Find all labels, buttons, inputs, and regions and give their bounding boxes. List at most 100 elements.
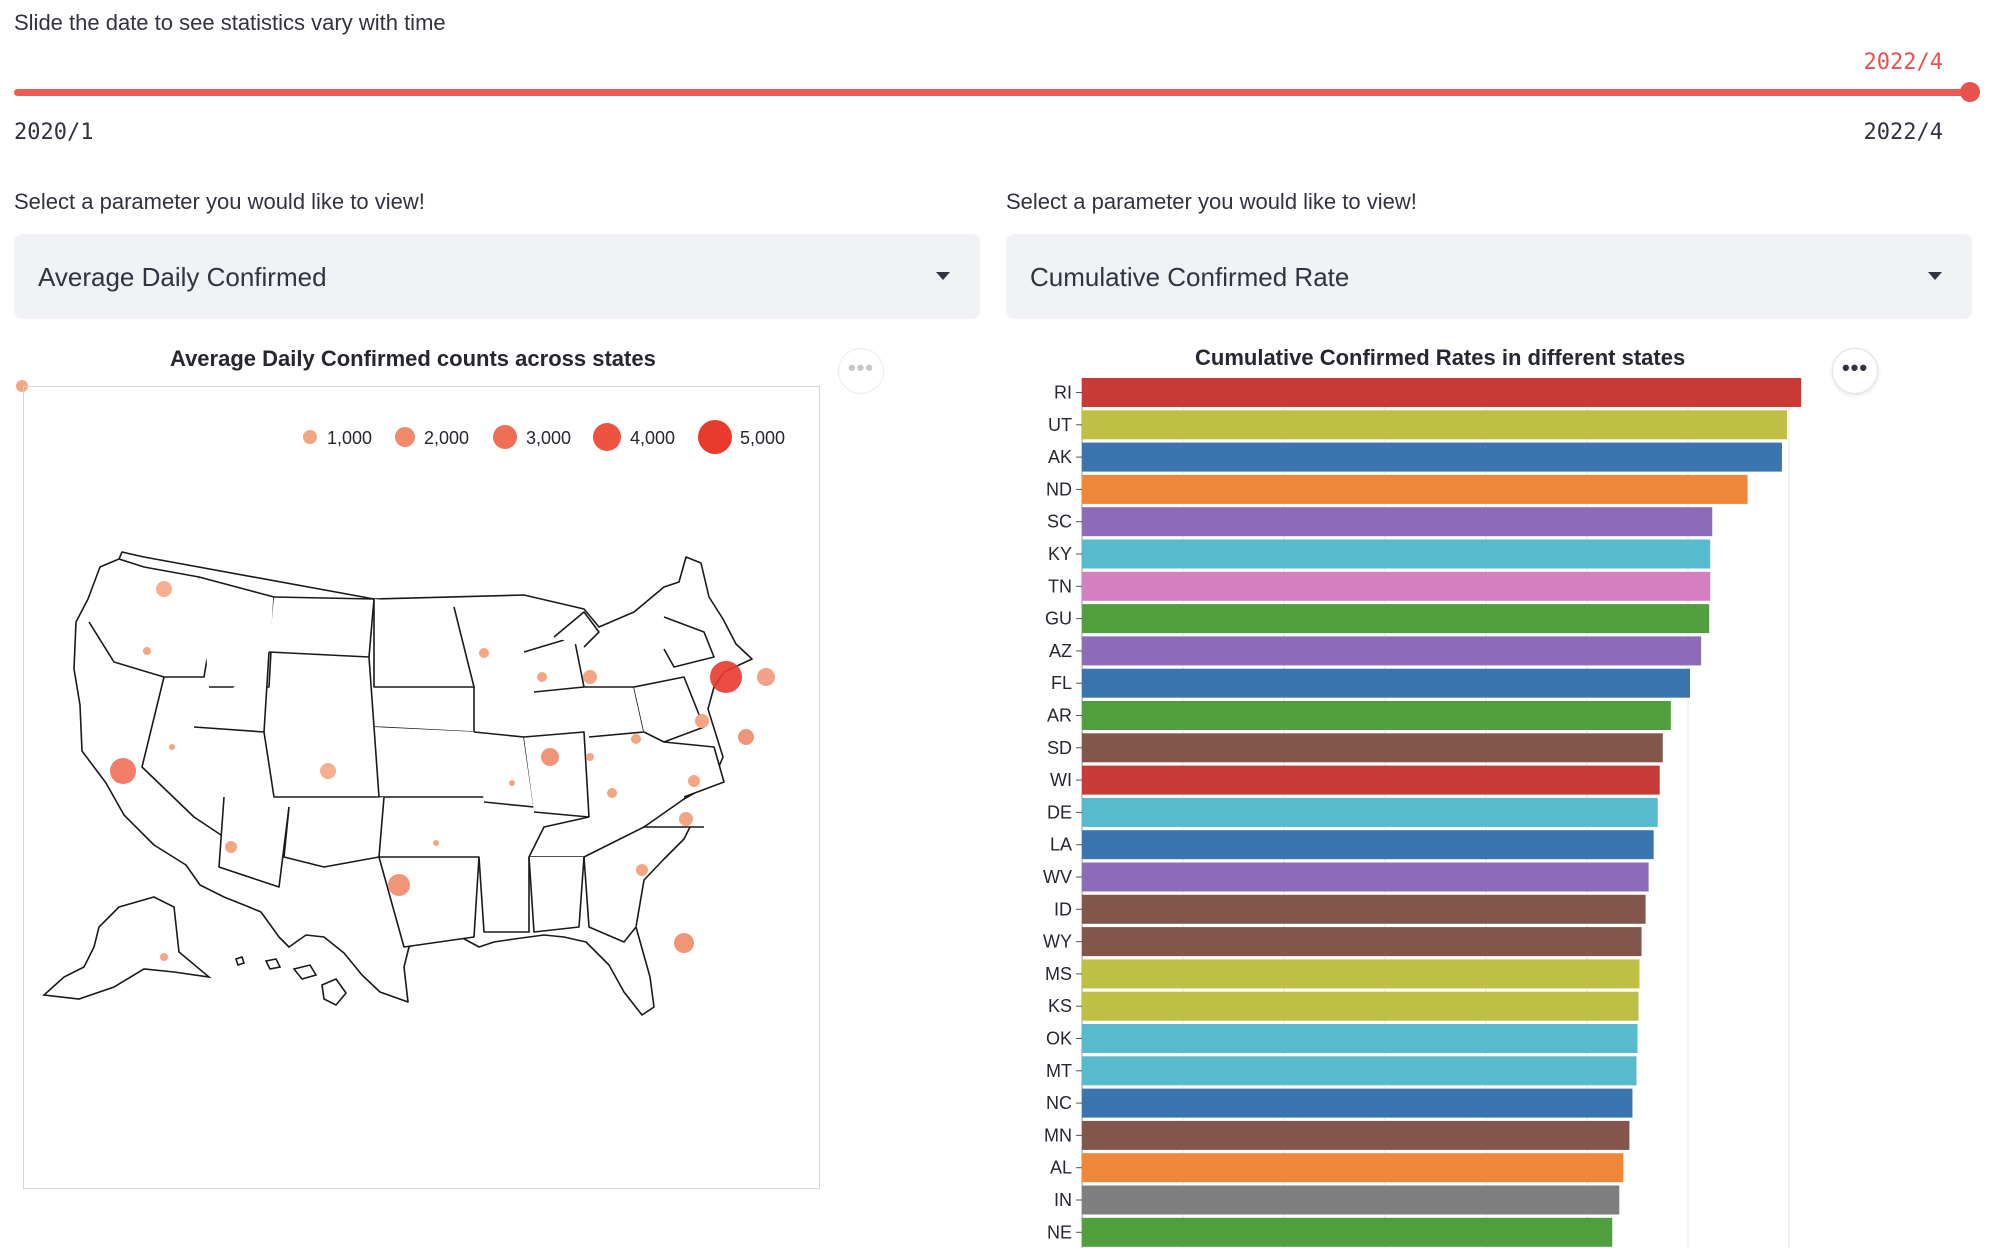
y-tick-label-sd: SD bbox=[1047, 738, 1072, 758]
legend-marker-1 bbox=[303, 430, 317, 444]
bubble-nc bbox=[679, 812, 693, 826]
y-tick-label-id: ID bbox=[1054, 899, 1072, 919]
map-chart-menu-button[interactable]: ••• bbox=[838, 348, 884, 394]
bar-gu[interactable] bbox=[1082, 604, 1710, 634]
bar-wv[interactable] bbox=[1082, 862, 1649, 892]
bubble-tx bbox=[388, 874, 410, 896]
map-chart-title: Average Daily Confirmed counts across st… bbox=[170, 346, 656, 371]
bar-mt[interactable] bbox=[1082, 1056, 1637, 1086]
bar-ok[interactable] bbox=[1082, 1024, 1638, 1053]
y-tick-label-ne: NE bbox=[1047, 1222, 1072, 1242]
bar-al[interactable] bbox=[1082, 1153, 1624, 1183]
bar-id[interactable] bbox=[1082, 894, 1646, 924]
right-parameter-label: Select a parameter you would like to vie… bbox=[1006, 189, 1417, 214]
bubble-nj bbox=[738, 729, 754, 745]
date-slider-track[interactable] bbox=[14, 89, 1974, 96]
bar-mn[interactable] bbox=[1082, 1120, 1630, 1150]
bar-de[interactable] bbox=[1082, 797, 1658, 827]
bubble-wa bbox=[156, 581, 172, 597]
date-slider-caption: Slide the date to see statistics vary wi… bbox=[14, 10, 446, 35]
bubble-co bbox=[320, 763, 336, 779]
y-tick-label-in: IN bbox=[1054, 1190, 1072, 1210]
bar-chart-bars: RI UT AK ND SC KY TN GU AZ FL AR SD WI DE LA WV ID WY MS KS… bbox=[1043, 378, 1802, 1247]
legend-label-1: 1,000 bbox=[327, 428, 372, 448]
legend-label-2: 2,000 bbox=[424, 428, 469, 448]
left-parameter-select[interactable]: Average Daily Confirmed bbox=[14, 234, 980, 319]
bar-la[interactable] bbox=[1082, 830, 1654, 860]
bar-sc[interactable] bbox=[1082, 507, 1713, 537]
bar-tn[interactable] bbox=[1082, 571, 1711, 601]
bar-wy[interactable] bbox=[1082, 927, 1642, 957]
right-parameter-select[interactable]: Cumulative Confirmed Rate bbox=[1006, 234, 1972, 319]
left-parameter-label: Select a parameter you would like to vie… bbox=[14, 189, 425, 214]
bubble-ak bbox=[160, 953, 168, 961]
us-bubble-map: 1,000 2,000 3,000 4,000 5,000 bbox=[42, 420, 785, 1016]
y-tick-label-ak: AK bbox=[1048, 447, 1072, 467]
y-tick-label-mn: MN bbox=[1044, 1125, 1072, 1145]
map-legend: 1,000 2,000 3,000 4,000 5,000 bbox=[303, 420, 785, 454]
bar-sd[interactable] bbox=[1082, 733, 1663, 763]
bubble-ok bbox=[433, 840, 439, 846]
bubble-oh bbox=[631, 734, 641, 744]
date-slider-min-label: 2020/1 bbox=[14, 120, 94, 145]
bar-wi[interactable] bbox=[1082, 765, 1660, 795]
alaska-shape bbox=[42, 896, 212, 1000]
y-tick-label-az: AZ bbox=[1049, 641, 1072, 661]
bubble-va bbox=[688, 775, 700, 787]
legend-label-3: 3,000 bbox=[526, 428, 571, 448]
date-slider-max-label: 2022/4 bbox=[1863, 120, 1943, 145]
bubble-ky bbox=[607, 788, 617, 798]
y-tick-label-fl: FL bbox=[1051, 673, 1072, 693]
bubble-ny bbox=[710, 661, 742, 693]
confirmed-rate-bar-chart: RI UT AK ND SC KY TN GU AZ FL AR SD WI DE LA WV ID WY MS KS… bbox=[1043, 378, 1802, 1248]
right-parameter-value: Cumulative Confirmed Rate bbox=[1030, 262, 1350, 292]
bar-az[interactable] bbox=[1082, 636, 1702, 666]
y-tick-label-al: AL bbox=[1050, 1158, 1072, 1178]
y-tick-label-ok: OK bbox=[1046, 1029, 1072, 1049]
legend-marker-4 bbox=[593, 423, 621, 451]
y-tick-label-nc: NC bbox=[1046, 1093, 1072, 1113]
y-tick-label-nd: ND bbox=[1046, 479, 1072, 499]
bubble-in bbox=[586, 753, 594, 761]
y-tick-label-ks: KS bbox=[1048, 996, 1072, 1016]
y-tick-label-de: DE bbox=[1047, 802, 1072, 822]
chevron-down-icon bbox=[936, 272, 950, 280]
bubble-wi bbox=[537, 672, 547, 682]
legend-marker-2 bbox=[395, 427, 415, 447]
bubble-ga bbox=[636, 864, 648, 876]
bar-in[interactable] bbox=[1082, 1185, 1620, 1215]
chevron-down-icon bbox=[1928, 272, 1942, 280]
bar-ne[interactable] bbox=[1082, 1217, 1613, 1247]
bar-ri[interactable] bbox=[1082, 378, 1802, 407]
bar-ak[interactable] bbox=[1082, 442, 1782, 472]
date-slider-thumb[interactable] bbox=[1960, 82, 1980, 102]
bubble-az bbox=[225, 841, 237, 853]
y-tick-label-la: LA bbox=[1050, 835, 1072, 855]
y-tick-label-ri: RI bbox=[1054, 383, 1072, 403]
bar-nc[interactable] bbox=[1082, 1088, 1633, 1118]
bar-fl[interactable] bbox=[1082, 668, 1691, 698]
bubble-nv bbox=[169, 744, 175, 750]
more-horizontal-icon: ••• bbox=[847, 355, 875, 380]
bubble-mi bbox=[583, 670, 597, 684]
y-tick-label-tn: TN bbox=[1048, 576, 1072, 596]
y-tick-label-ar: AR bbox=[1047, 706, 1072, 726]
bar-ky[interactable] bbox=[1082, 539, 1711, 569]
hawaii-shape bbox=[234, 955, 348, 1006]
bar-ar[interactable] bbox=[1082, 701, 1671, 730]
bar-ut[interactable] bbox=[1082, 410, 1787, 440]
bar-ks[interactable] bbox=[1082, 991, 1639, 1021]
y-tick-label-wv: WV bbox=[1043, 867, 1072, 887]
map-chart-frame: 1,000 2,000 3,000 4,000 5,000 bbox=[23, 386, 820, 1189]
legend-label-4: 4,000 bbox=[630, 428, 675, 448]
bubble-or bbox=[143, 647, 151, 655]
bar-ms[interactable] bbox=[1082, 959, 1640, 989]
bar-nd[interactable] bbox=[1082, 474, 1748, 504]
y-tick-label-ms: MS bbox=[1045, 964, 1072, 984]
left-parameter-value: Average Daily Confirmed bbox=[38, 262, 327, 292]
bubble-il bbox=[541, 748, 559, 766]
y-tick-label-gu: GU bbox=[1045, 609, 1072, 629]
legend-label-5: 5,000 bbox=[740, 428, 785, 448]
legend-marker-5 bbox=[698, 420, 732, 454]
bubble-pa bbox=[695, 714, 709, 728]
